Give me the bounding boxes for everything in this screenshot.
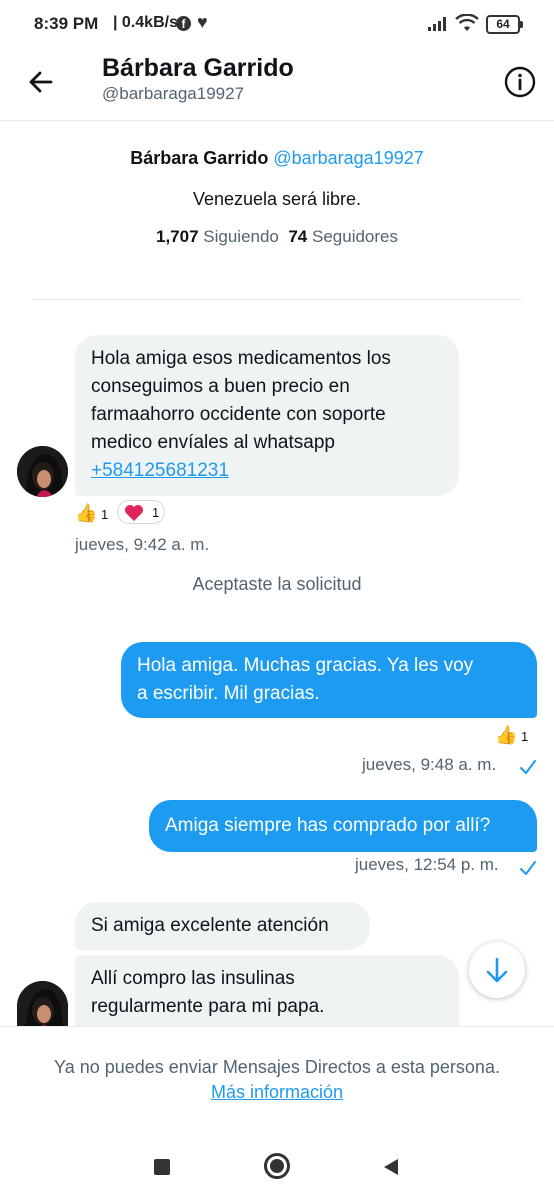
avatar[interactable] <box>17 446 68 497</box>
info-icon[interactable] <box>503 65 537 99</box>
network-rate: | 0.4kB/s <box>113 14 178 31</box>
home-icon[interactable] <box>264 1153 290 1179</box>
wifi-icon <box>455 14 479 31</box>
profile-handle[interactable]: @barbaraga19927 <box>273 148 423 168</box>
message-timestamp: jueves, 9:42 a. m. <box>75 535 210 554</box>
recent-apps-icon[interactable] <box>154 1159 170 1175</box>
reaction-thumbs-up[interactable]: 👍 1 <box>495 722 528 748</box>
arrow-left-icon[interactable] <box>22 64 58 100</box>
arrow-down-icon <box>486 957 508 983</box>
following-label[interactable]: Siguiendo <box>203 227 279 246</box>
message-bubble-outgoing[interactable]: Hola amiga. Muchas gracias. Ya les voy a… <box>121 642 537 718</box>
avatar[interactable] <box>17 981 68 1026</box>
heart-icon <box>125 505 143 521</box>
profile-summary: Bárbara Garrido @barbaraga19927 Venezuel… <box>0 148 554 247</box>
dm-disabled-notice: Ya no puedes enviar Mensajes Directos a … <box>0 1026 554 1135</box>
checkmark-icon <box>520 760 536 774</box>
heart-notification-icon: ♥ <box>197 12 208 32</box>
system-navigation-bar <box>0 1134 554 1200</box>
profile-bio: Venezuela será libre. <box>192 189 362 209</box>
profile-stats: 1,707 Siguiendo 74 Seguidores <box>0 227 554 247</box>
message-bubble-incoming[interactable]: Allí compro las insulinas regularmente p… <box>75 955 459 1026</box>
header-name[interactable]: Bárbara Garrido <box>102 54 294 83</box>
following-count[interactable]: 1,707 <box>156 227 199 246</box>
message-bubble-outgoing[interactable]: Amiga siempre has comprado por allí? <box>149 800 537 852</box>
signal-icon <box>428 17 446 31</box>
followers-label[interactable]: Seguidores <box>312 227 398 246</box>
reaction-heart[interactable]: 1 <box>117 500 165 524</box>
header-handle[interactable]: @barbaraga19927 <box>102 84 244 104</box>
checkmark-icon <box>520 861 536 875</box>
back-triangle-icon[interactable] <box>382 1158 400 1176</box>
status-bar: 8:39 PM | 0.4kB/s f ♥ 64 <box>0 0 554 50</box>
facebook-icon: f <box>176 16 191 31</box>
notice-text: Ya no puedes enviar Mensajes Directos a … <box>54 1057 500 1077</box>
status-time: 8:39 PM <box>34 14 99 33</box>
thumbs-up-icon: 👍 <box>75 503 98 523</box>
thumbs-up-icon: 👍 <box>495 725 518 745</box>
message-timestamp: jueves, 12:54 p. m. <box>355 855 499 874</box>
battery-indicator: 64 <box>486 15 523 34</box>
message-bubble-incoming[interactable]: Hola amiga esos medicamentos los consegu… <box>75 335 459 496</box>
system-message: Aceptaste la solicitud <box>192 574 362 594</box>
message-bubble-incoming[interactable]: Si amiga excelente atención <box>75 902 370 950</box>
reaction-thumbs-up[interactable]: 👍 1 <box>75 500 108 526</box>
profile-name[interactable]: Bárbara Garrido <box>130 148 268 168</box>
phone-link[interactable]: +584125681231 <box>91 460 229 481</box>
divider <box>32 299 522 300</box>
more-info-link[interactable]: Más información <box>0 1082 554 1103</box>
message-timestamp: jueves, 9:48 a. m. <box>362 755 497 774</box>
conversation-header: Bárbara Garrido @barbaraga19927 <box>0 50 554 121</box>
scroll-to-bottom-button[interactable] <box>469 942 525 998</box>
followers-count[interactable]: 74 <box>288 227 307 246</box>
